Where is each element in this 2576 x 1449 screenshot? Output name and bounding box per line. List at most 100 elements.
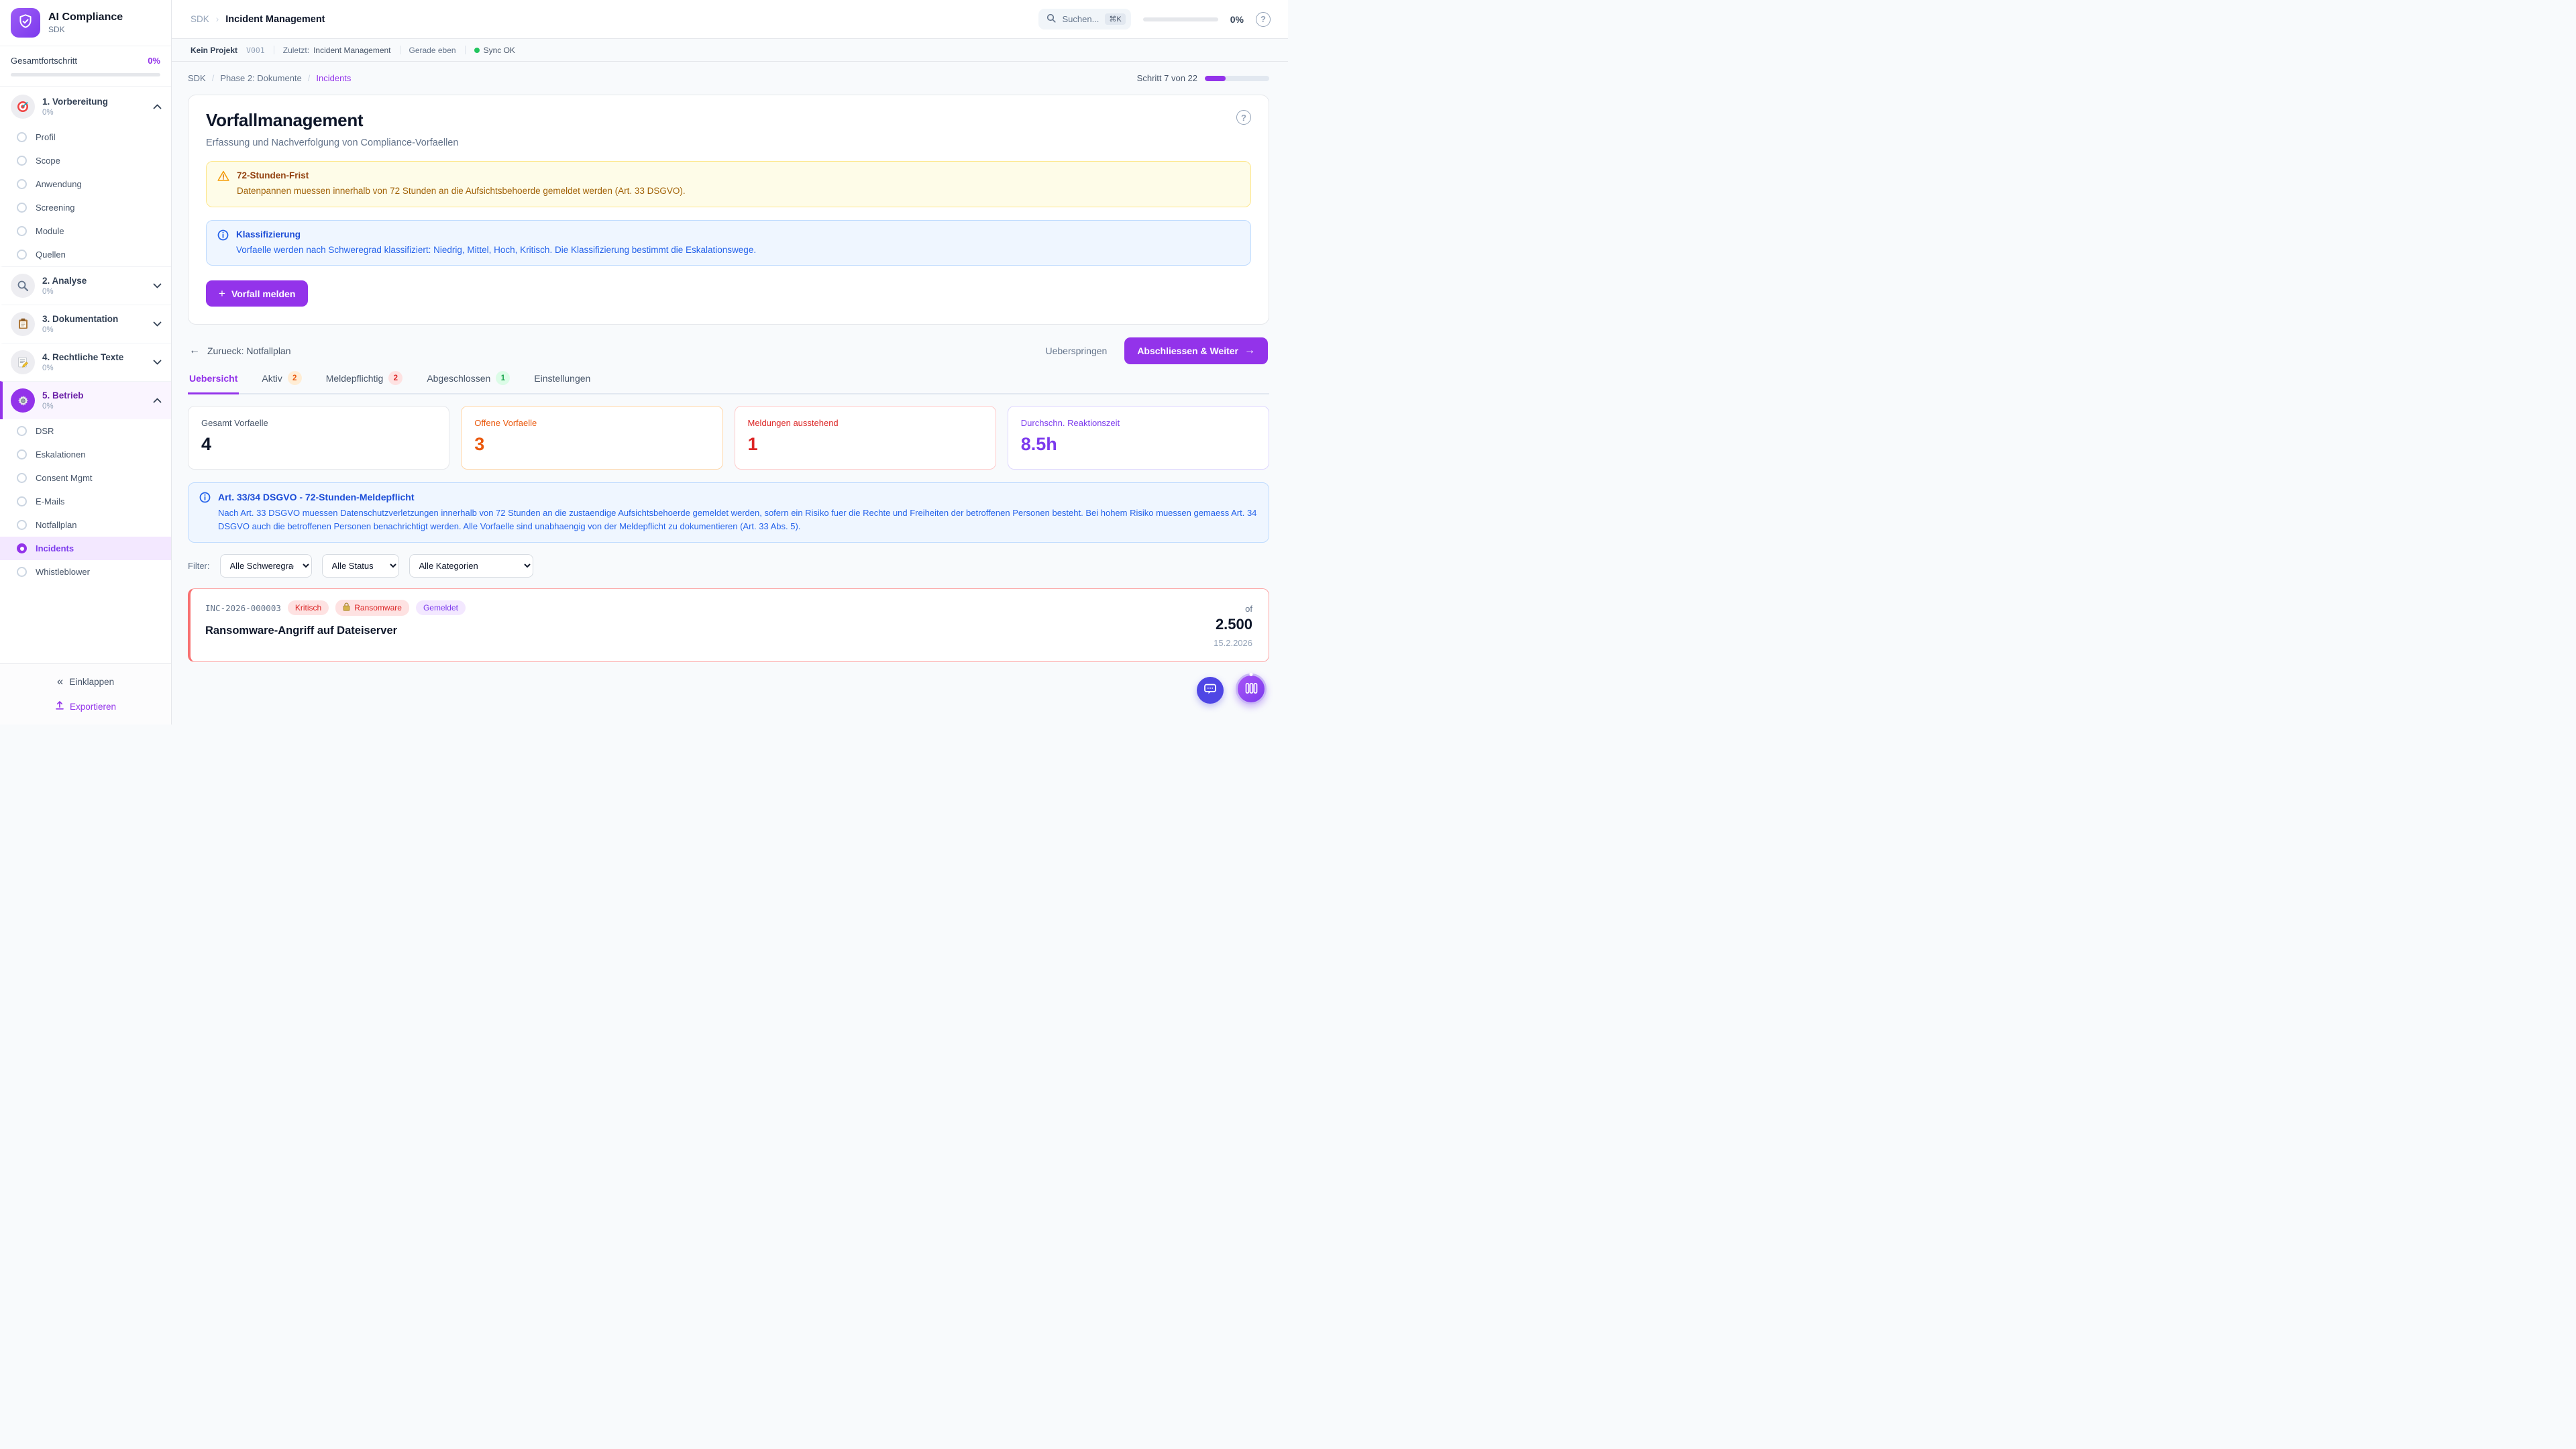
complete-next-button[interactable]: Abschliessen & Weiter → — [1124, 337, 1268, 364]
sidebar-item-label: Screening — [36, 203, 75, 213]
tab-meldepflichtig[interactable]: Meldepflichtig 2 — [325, 371, 405, 394]
tab-count-badge: 1 — [496, 371, 510, 385]
sidebar-item-label: Quellen — [36, 250, 66, 260]
crumb-sdk[interactable]: SDK — [188, 73, 206, 83]
export-label: Exportieren — [70, 702, 116, 712]
app-logo-row: AI Compliance SDK — [0, 0, 171, 46]
sidebar-item-module[interactable]: Module — [0, 219, 171, 243]
sidebar-section-vorbereitung[interactable]: 1. Vorbereitung 0% — [0, 88, 171, 125]
info-icon — [217, 229, 229, 244]
overall-progress: Gesamtfortschritt 0% — [0, 46, 171, 87]
section-label: 4. Rechtliche Texte — [42, 352, 123, 362]
tab-uebersicht[interactable]: Uebersicht — [188, 371, 239, 394]
tab-einstellungen[interactable]: Einstellungen — [533, 371, 592, 394]
collapse-sidebar-button[interactable]: « Einklappen — [57, 675, 114, 688]
sidebar-section-rechtliche-texte[interactable]: 4. Rechtliche Texte 0% — [0, 343, 171, 381]
sidebar-item-incidents[interactable]: Incidents — [0, 537, 171, 560]
content-area: SDK / Phase 2: Dokumente / Incidents Sch… — [172, 62, 1288, 724]
sidebar-item-consent-mgmt[interactable]: Consent Mgmt — [0, 466, 171, 490]
sidebar-item-label: Notfallplan — [36, 520, 76, 530]
overall-progress-label: Gesamtfortschritt — [11, 56, 77, 66]
incident-main: INC-2026-000003 Kritisch Ransomware Geme… — [205, 600, 466, 648]
section-label: 1. Vorbereitung — [42, 97, 108, 107]
status-filter-select[interactable]: Alle Status — [322, 554, 399, 578]
sidebar-section-betrieb[interactable]: 5. Betrieb 0% — [0, 381, 171, 419]
sidebar-item-screening[interactable]: Screening — [0, 196, 171, 219]
app-title-block: AI Compliance SDK — [48, 11, 123, 34]
stat-value: 1 — [748, 434, 983, 455]
severity-badge: Kritisch — [288, 600, 329, 615]
card-help-icon[interactable]: ? — [1236, 110, 1251, 125]
incident-right-stats: of 2.500 15.2.2026 — [1214, 600, 1254, 648]
collapse-label: Einklappen — [69, 677, 114, 687]
sidebar-item-scope[interactable]: Scope — [0, 149, 171, 172]
divider — [465, 46, 466, 54]
gdpr-note-title: Art. 33/34 DSGVO - 72-Stunden-Meldepflic… — [218, 492, 1258, 502]
sidebar-item-label: E-Mails — [36, 496, 64, 506]
section-percent: 0% — [42, 364, 123, 372]
incident-card[interactable]: INC-2026-000003 Kritisch Ransomware Geme… — [188, 588, 1269, 662]
incident-date: 15.2.2026 — [1214, 638, 1252, 648]
arrow-left-icon: ← — [189, 345, 200, 357]
radio-icon — [17, 426, 27, 436]
lock-icon — [343, 602, 350, 613]
warning-text: Datenpannen muessen innerhalb von 72 Stu… — [237, 184, 686, 198]
columns-icon — [1245, 682, 1258, 696]
sidebar-item-dsr[interactable]: DSR — [0, 419, 171, 443]
back-label: Zurueck: Notfallplan — [207, 345, 291, 356]
skip-button[interactable]: Ueberspringen — [1045, 345, 1107, 356]
search-kbd-shortcut: ⌘K — [1105, 13, 1125, 25]
breadcrumb-separator-icon: › — [216, 14, 219, 24]
columns-fab-button[interactable] — [1236, 674, 1267, 704]
crumb-phase[interactable]: Phase 2: Dokumente — [220, 73, 301, 83]
sidebar-item-anwendung[interactable]: Anwendung — [0, 172, 171, 196]
sync-label: Sync OK — [484, 46, 515, 55]
sidebar-section-dokumentation[interactable]: 3. Dokumentation 0% — [0, 305, 171, 343]
search-placeholder: Suchen... — [1062, 14, 1099, 24]
sidebar-item-label: Module — [36, 226, 64, 236]
sidebar-item-label: DSR — [36, 426, 54, 436]
chevron-up-icon — [153, 101, 162, 113]
export-button[interactable]: Exportieren — [55, 700, 116, 712]
stat-label: Gesamt Vorfaelle — [201, 418, 436, 428]
info-icon — [199, 492, 211, 506]
category-filter-select[interactable]: Alle Kategorien — [409, 554, 533, 578]
help-icon[interactable]: ? — [1256, 12, 1271, 27]
sidebar-item-notfallplan[interactable]: Notfallplan — [0, 513, 171, 537]
tab-aktiv[interactable]: Aktiv 2 — [260, 371, 303, 394]
chat-bubble-icon — [1203, 683, 1217, 698]
sidebar-item-emails[interactable]: E-Mails — [0, 490, 171, 513]
magnifier-icon — [11, 274, 35, 298]
tab-bar: Uebersicht Aktiv 2 Meldepflichtig 2 Abge… — [188, 371, 1269, 394]
back-link[interactable]: ← Zurueck: Notfallplan — [189, 345, 291, 357]
tab-count-badge: 2 — [388, 371, 402, 385]
severity-filter-select[interactable]: Alle Schweregrade — [220, 554, 312, 578]
report-incident-label: Vorfall melden — [231, 288, 295, 299]
report-incident-button[interactable]: + Vorfall melden — [206, 280, 308, 307]
chevron-up-icon — [153, 394, 162, 407]
sidebar-item-quellen[interactable]: Quellen — [0, 243, 171, 266]
info-text: Vorfaelle werden nach Schweregrad klassi… — [236, 244, 756, 257]
classification-info-callout: Klassifizierung Vorfaelle werden nach Sc… — [206, 220, 1251, 266]
header-progress-track — [1143, 17, 1218, 21]
sidebar-item-whistleblower[interactable]: Whistleblower — [0, 560, 171, 584]
upload-icon — [55, 700, 64, 712]
stat-label: Offene Vorfaelle — [474, 418, 709, 428]
warning-triangle-icon — [217, 170, 229, 185]
chat-fab-button[interactable] — [1197, 677, 1224, 704]
radio-icon — [17, 520, 27, 530]
tab-abgeschlossen[interactable]: Abgeschlossen 1 — [425, 371, 511, 394]
radio-icon — [17, 203, 27, 213]
sidebar-item-profil[interactable]: Profil — [0, 125, 171, 149]
stat-avg-reaction-time: Durchschn. Reaktionszeit 8.5h — [1008, 406, 1269, 470]
sidebar-section-analyse[interactable]: 2. Analyse 0% — [0, 266, 171, 305]
incident-id: INC-2026-000003 — [205, 603, 281, 613]
breadcrumb-root[interactable]: SDK — [191, 14, 209, 24]
sidebar-item-eskalationen[interactable]: Eskalationen — [0, 443, 171, 466]
arrow-right-icon: → — [1244, 345, 1255, 357]
tab-label: Meldepflichtig — [326, 373, 384, 384]
sidebar-item-label: Anwendung — [36, 179, 82, 189]
section-percent: 0% — [42, 326, 118, 334]
search-input[interactable]: Suchen... ⌘K — [1038, 9, 1130, 30]
crumb-separator: / — [308, 73, 311, 83]
